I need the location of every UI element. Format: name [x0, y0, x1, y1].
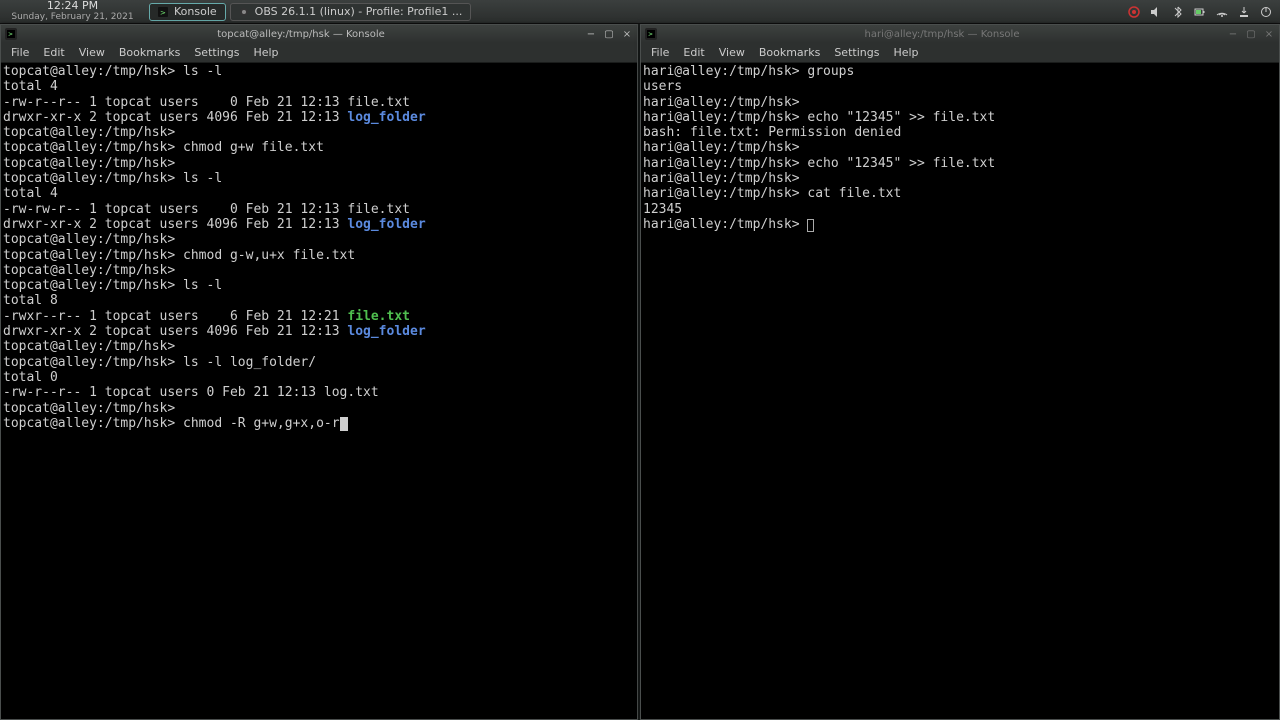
task-label: OBS 26.1.1 (linux) - Profile: Profile1 .… — [255, 5, 463, 18]
titlebar-right[interactable]: > hari@alley:/tmp/hsk — Konsole − ▢ × — [641, 25, 1279, 43]
obs-icon — [239, 7, 249, 17]
close-button[interactable]: × — [1263, 28, 1275, 40]
menu-file[interactable]: File — [651, 46, 669, 59]
konsole-icon: > — [158, 7, 168, 17]
menu-help[interactable]: Help — [893, 46, 918, 59]
window-title-right: hari@alley:/tmp/hsk — Konsole — [663, 29, 1221, 40]
minimize-button[interactable]: − — [1227, 28, 1239, 40]
minimize-button[interactable]: − — [585, 28, 597, 40]
svg-text:>: > — [648, 31, 653, 38]
panel-clock: 12:24 PM Sunday, February 21, 2021 — [0, 0, 145, 23]
updates-icon[interactable] — [1238, 6, 1250, 18]
konsole-icon: > — [5, 28, 17, 40]
menu-view[interactable]: View — [719, 46, 745, 59]
desktop-panel: 12:24 PM Sunday, February 21, 2021 > Kons… — [0, 0, 1280, 24]
menu-edit[interactable]: Edit — [683, 46, 704, 59]
svg-text:>: > — [160, 9, 166, 17]
titlebar-left[interactable]: > topcat@alley:/tmp/hsk — Konsole − ▢ × — [1, 25, 637, 43]
konsole-window-right: > hari@alley:/tmp/hsk — Konsole − ▢ × Fi… — [640, 24, 1280, 720]
window-title-left: topcat@alley:/tmp/hsk — Konsole — [23, 29, 579, 40]
task-label: Konsole — [174, 5, 217, 18]
menu-settings[interactable]: Settings — [194, 46, 239, 59]
power-menu-icon[interactable] — [1260, 6, 1272, 18]
desktop: > topcat@alley:/tmp/hsk — Konsole − ▢ × … — [0, 24, 1280, 720]
menubar-right: File Edit View Bookmarks Settings Help — [641, 43, 1279, 63]
menu-help[interactable]: Help — [253, 46, 278, 59]
maximize-button[interactable]: ▢ — [1245, 28, 1257, 40]
menu-file[interactable]: File — [11, 46, 29, 59]
menu-settings[interactable]: Settings — [834, 46, 879, 59]
volume-icon[interactable] — [1150, 6, 1162, 18]
obs-indicator-icon[interactable] — [1128, 6, 1140, 18]
system-tray — [1128, 6, 1280, 18]
task-1[interactable]: OBS 26.1.1 (linux) - Profile: Profile1 .… — [230, 3, 472, 21]
menu-bookmarks[interactable]: Bookmarks — [759, 46, 820, 59]
terminal-left[interactable]: topcat@alley:/tmp/hsk> ls -l total 4 -rw… — [1, 63, 637, 719]
svg-text:>: > — [8, 31, 13, 38]
menubar-left: File Edit View Bookmarks Settings Help — [1, 43, 637, 63]
menu-view[interactable]: View — [79, 46, 105, 59]
task-0[interactable]: > Konsole — [149, 3, 226, 21]
terminal-right[interactable]: hari@alley:/tmp/hsk> groups users hari@a… — [641, 63, 1279, 719]
konsole-window-left: > topcat@alley:/tmp/hsk — Konsole − ▢ × … — [0, 24, 638, 720]
konsole-icon: > — [645, 28, 657, 40]
close-button[interactable]: × — [621, 28, 633, 40]
maximize-button[interactable]: ▢ — [603, 28, 615, 40]
taskbar: > Konsole OBS 26.1.1 (linux) - Profile: Pr… — [145, 3, 471, 21]
clock-date: Sunday, February 21, 2021 — [0, 11, 145, 23]
menu-edit[interactable]: Edit — [43, 46, 64, 59]
menu-bookmarks[interactable]: Bookmarks — [119, 46, 180, 59]
battery-icon[interactable] — [1194, 6, 1206, 18]
bluetooth-icon[interactable] — [1172, 6, 1184, 18]
network-icon[interactable] — [1216, 6, 1228, 18]
